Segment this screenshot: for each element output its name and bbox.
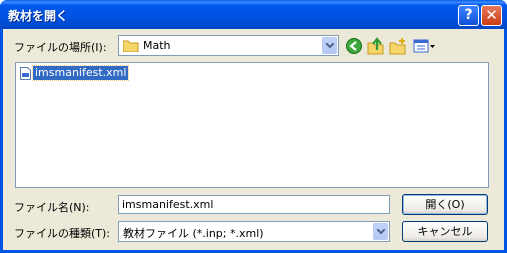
title-bar[interactable]: 教材を開く ? ✕ <box>0 0 507 29</box>
dialog-body: ファイルの場所(I): Math imsmanifest.xml ファイル名(N… <box>3 29 504 250</box>
file-name: imsmanifest.xml <box>31 65 130 81</box>
list-item[interactable]: imsmanifest.xml <box>20 65 130 81</box>
file-list[interactable]: imsmanifest.xml <box>15 62 489 188</box>
lookin-value: Math <box>143 39 171 52</box>
open-button[interactable]: 開く(O) <box>402 194 488 215</box>
filename-input[interactable]: imsmanifest.xml <box>118 195 390 214</box>
cancel-button[interactable]: キャンセル <box>402 221 488 242</box>
filename-label: ファイル名(N): <box>14 201 90 214</box>
chevron-down-icon <box>326 43 334 49</box>
lookin-combo[interactable]: Math <box>118 35 339 56</box>
filetype-dropdown-button[interactable] <box>373 223 388 240</box>
filetype-value: 教材ファイル (*.inp; *.xml) <box>123 227 264 240</box>
open-dialog: 教材を開く ? ✕ ファイルの場所(I): Math imsmanifest.x… <box>0 0 507 253</box>
help-button[interactable]: ? <box>458 5 479 26</box>
lookin-label: ファイルの場所(I): <box>14 41 107 54</box>
window-title: 教材を開く <box>8 9 69 23</box>
lookin-dropdown-button[interactable] <box>322 37 337 54</box>
filetype-label: ファイルの種類(T): <box>14 227 111 240</box>
up-folder-icon[interactable] <box>367 37 385 55</box>
xml-file-icon <box>20 66 31 80</box>
chevron-down-icon <box>377 229 385 235</box>
view-menu-icon[interactable] <box>413 37 435 55</box>
filetype-select[interactable]: 教材ファイル (*.inp; *.xml) <box>118 221 390 242</box>
folder-icon <box>123 40 139 52</box>
new-folder-icon[interactable] <box>389 37 407 55</box>
close-button[interactable]: ✕ <box>481 5 502 26</box>
back-icon[interactable] <box>345 37 363 55</box>
